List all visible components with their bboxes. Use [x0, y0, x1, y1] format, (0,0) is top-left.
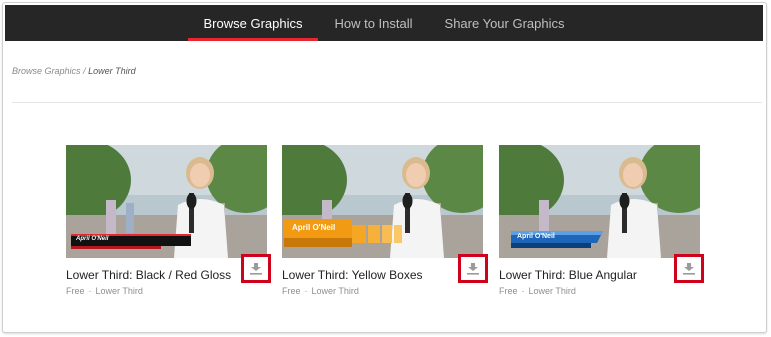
- top-navigation: Browse Graphics How to Install Share You…: [5, 5, 763, 41]
- card-thumbnail[interactable]: April O'Neil: [499, 145, 700, 258]
- graphic-card-yellow-boxes[interactable]: April O'Neil Lower Third: Yellow Boxes F…: [282, 145, 483, 296]
- card-title[interactable]: Lower Third: Yellow Boxes: [282, 268, 423, 282]
- card-meta: Free · Lower Third: [499, 286, 576, 296]
- tab-how-to-install[interactable]: How to Install: [318, 5, 428, 41]
- card-thumbnail[interactable]: April O'Neil: [282, 145, 483, 258]
- price-label: Free: [499, 286, 518, 296]
- category-label[interactable]: Lower Third: [96, 286, 143, 296]
- card-title[interactable]: Lower Third: Blue Angular: [499, 268, 637, 282]
- breadcrumb: Browse Graphics / Lower Third: [12, 66, 136, 76]
- card-title[interactable]: Lower Third: Black / Red Gloss: [66, 268, 231, 282]
- breadcrumb-parent-link[interactable]: Browse Graphics: [12, 66, 81, 76]
- card-meta: Free · Lower Third: [282, 286, 359, 296]
- tab-share-your-graphics[interactable]: Share Your Graphics: [429, 5, 581, 41]
- overlay-name-text: April O'Neil: [292, 223, 336, 232]
- download-button[interactable]: [458, 254, 488, 283]
- card-thumbnail[interactable]: April O'Neil: [66, 145, 267, 258]
- breadcrumb-separator: /: [83, 66, 86, 76]
- overlay-name-text: April O'Neil: [517, 233, 555, 240]
- category-label[interactable]: Lower Third: [312, 286, 359, 296]
- download-icon: [467, 263, 479, 275]
- download-icon: [683, 263, 695, 275]
- graphic-card-black-red-gloss[interactable]: April O'Neil Lower Third: Black / Red Gl…: [66, 145, 267, 296]
- breadcrumb-current: Lower Third: [88, 66, 136, 76]
- divider: [12, 102, 762, 103]
- download-button[interactable]: [241, 254, 271, 283]
- card-meta: Free · Lower Third: [66, 286, 143, 296]
- tab-browse-graphics[interactable]: Browse Graphics: [187, 5, 319, 41]
- price-label: Free: [282, 286, 301, 296]
- download-icon: [250, 263, 262, 275]
- graphic-card-blue-angular[interactable]: April O'Neil Lower Third: Blue Angular F…: [499, 145, 700, 296]
- download-button[interactable]: [674, 254, 704, 283]
- price-label: Free: [66, 286, 85, 296]
- overlay-name-text: April O'Neil: [76, 236, 109, 242]
- category-label[interactable]: Lower Third: [529, 286, 576, 296]
